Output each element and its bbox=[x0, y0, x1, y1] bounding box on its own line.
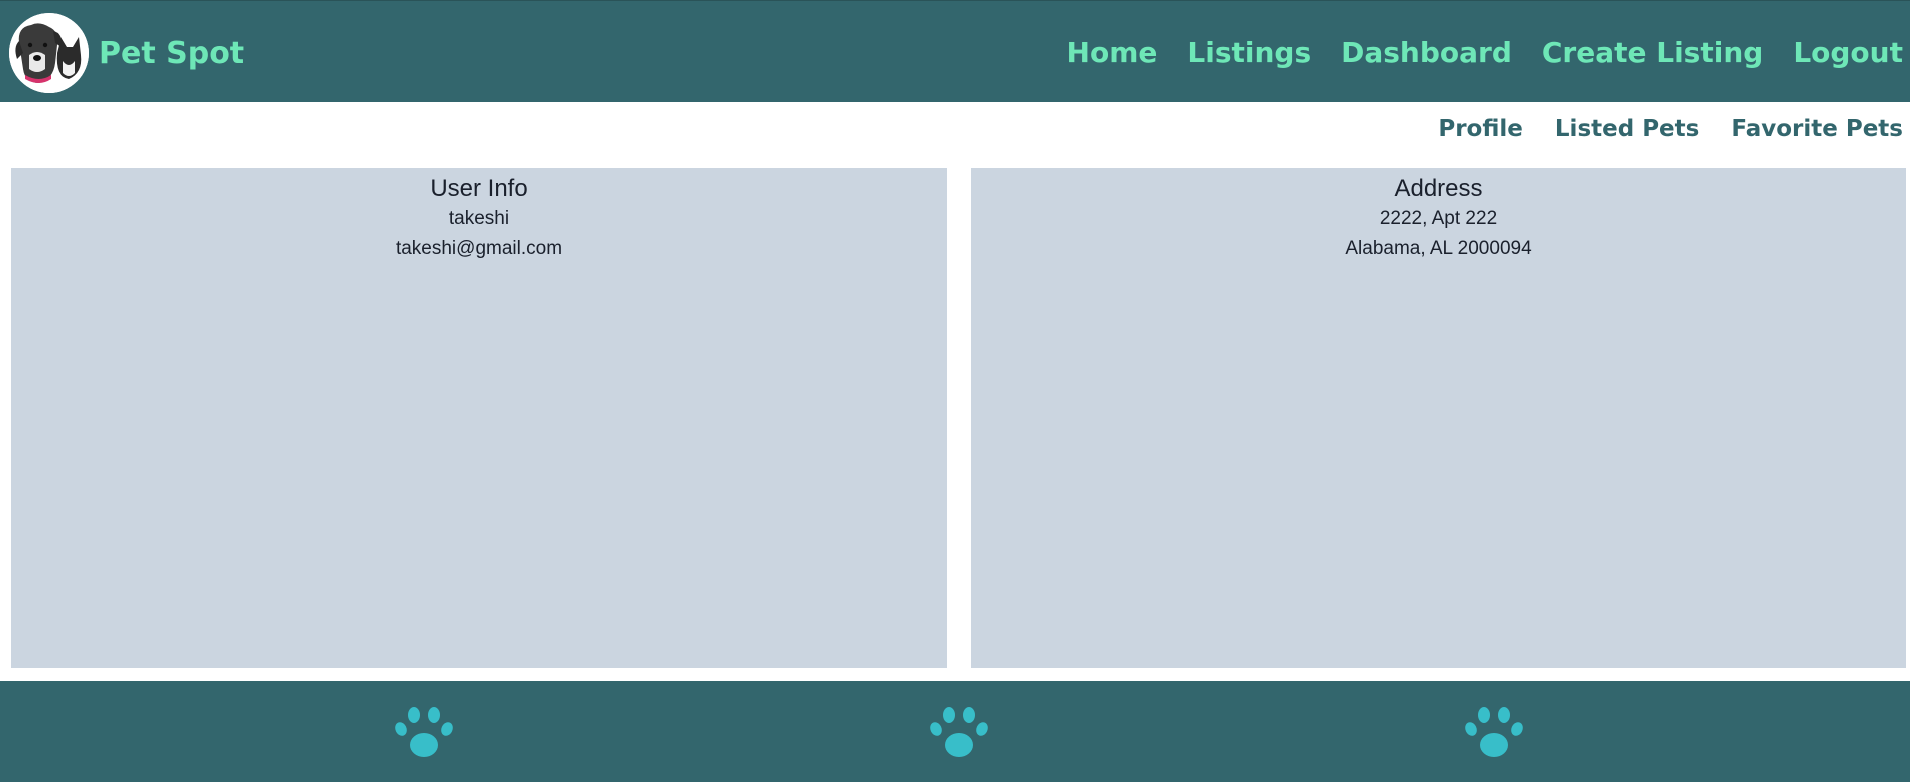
main-nav: Home Listings Dashboard Create Listing L… bbox=[1067, 1, 1903, 103]
nav-listings-link[interactable]: Listings bbox=[1187, 36, 1311, 69]
user-info-heading: User Info bbox=[430, 175, 528, 202]
nav-create-listing-link[interactable]: Create Listing bbox=[1542, 36, 1763, 69]
nav-logout-link[interactable]: Logout bbox=[1793, 36, 1903, 69]
subnav-profile-link[interactable]: Profile bbox=[1438, 116, 1523, 142]
address-heading: Address bbox=[1394, 175, 1483, 202]
subnav-favorite-pets-link[interactable]: Favorite Pets bbox=[1731, 116, 1903, 142]
brand[interactable]: Pet Spot bbox=[9, 13, 244, 93]
dog-and-cat-logo-icon[interactable] bbox=[9, 13, 89, 93]
address-line1-text: 2222, Apt 222 bbox=[1379, 208, 1498, 229]
user-info-panel: User Info takeshi takeshi@gmail.com bbox=[11, 168, 947, 668]
email-text: takeshi@gmail.com bbox=[395, 238, 563, 259]
paw-icon bbox=[395, 707, 453, 757]
footer bbox=[0, 681, 1910, 782]
address-panel: Address 2222, Apt 222 Alabama, AL 200009… bbox=[971, 168, 1906, 668]
subnav-listed-pets-link[interactable]: Listed Pets bbox=[1555, 116, 1699, 142]
paw-icon bbox=[930, 707, 988, 757]
username-text: takeshi bbox=[448, 208, 510, 229]
address-line2-text: Alabama, AL 2000094 bbox=[1345, 238, 1532, 259]
nav-dashboard-link[interactable]: Dashboard bbox=[1341, 36, 1512, 69]
paw-icon bbox=[1465, 707, 1523, 757]
brand-name[interactable]: Pet Spot bbox=[99, 36, 244, 71]
top-navbar: Pet Spot Home Listings Dashboard Create … bbox=[0, 0, 1910, 102]
nav-home-link[interactable]: Home bbox=[1067, 36, 1158, 69]
dashboard-subnav: Profile Listed Pets Favorite Pets bbox=[1438, 102, 1903, 156]
